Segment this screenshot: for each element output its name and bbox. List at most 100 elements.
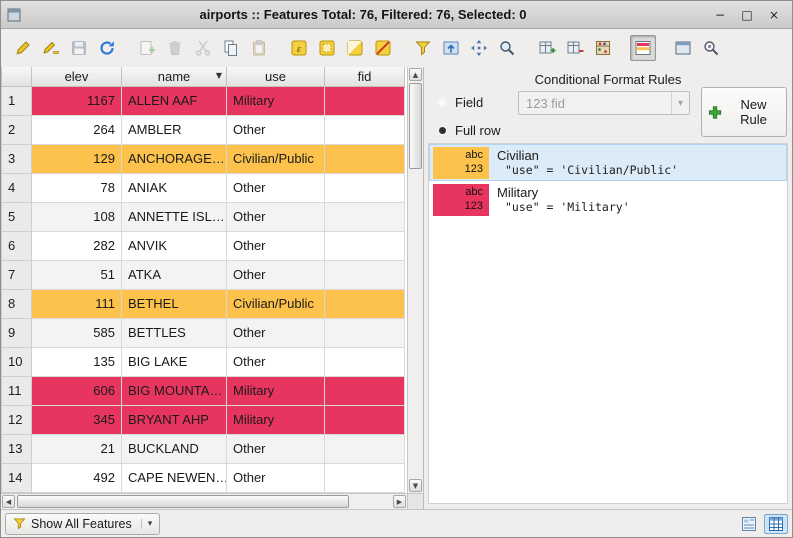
cell-use[interactable]: Military [227, 86, 325, 115]
field-radio[interactable]: Field [436, 95, 483, 110]
cell-elev[interactable]: 129 [32, 144, 122, 173]
maximize-button[interactable]: □ [735, 5, 759, 25]
row-number[interactable]: 1 [2, 86, 32, 115]
cell-elev[interactable]: 585 [32, 318, 122, 347]
cell-use[interactable]: Other [227, 347, 325, 376]
cell-elev[interactable]: 21 [32, 434, 122, 463]
cell-use[interactable]: Civilian/Public [227, 144, 325, 173]
multi-edit-icon[interactable] [38, 35, 64, 61]
cell-elev[interactable]: 108 [32, 202, 122, 231]
select-by-expression-icon[interactable]: ε [286, 35, 312, 61]
cell-use[interactable]: Military [227, 376, 325, 405]
column-header-fid[interactable]: fid [325, 67, 405, 86]
row-number[interactable]: 6 [2, 231, 32, 260]
row-number[interactable]: 2 [2, 115, 32, 144]
table-row[interactable]: 5 108 ANNETTE ISL… Other [2, 202, 405, 231]
column-header-use[interactable]: use [227, 67, 325, 86]
row-number[interactable]: 14 [2, 463, 32, 492]
cell-fid[interactable] [325, 202, 405, 231]
cell-fid[interactable] [325, 231, 405, 260]
deselect-all-icon[interactable] [370, 35, 396, 61]
cell-elev[interactable]: 51 [32, 260, 122, 289]
cell-fid[interactable] [325, 173, 405, 202]
cell-fid[interactable] [325, 405, 405, 434]
dock-table-icon[interactable] [670, 35, 696, 61]
row-number[interactable]: 3 [2, 144, 32, 173]
table-row[interactable]: 1 1167 ALLEN AAF Military [2, 86, 405, 115]
cell-fid[interactable] [325, 376, 405, 405]
table-row[interactable]: 3 129 ANCHORAGE… Civilian/Public [2, 144, 405, 173]
field-radio-circle[interactable] [436, 96, 449, 109]
vertical-scroll-thumb[interactable] [409, 83, 422, 169]
reload-table-icon[interactable] [94, 35, 120, 61]
vertical-scrollbar[interactable]: ▲ ▼ [407, 67, 423, 493]
cell-name[interactable]: BIG MOUNTA… [122, 376, 227, 405]
titlebar[interactable]: airports :: Features Total: 76, Filtered… [1, 1, 792, 29]
table-row[interactable]: 14 492 CAPE NEWEN… Other [2, 463, 405, 492]
row-number[interactable]: 12 [2, 405, 32, 434]
cell-fid[interactable] [325, 260, 405, 289]
cell-name[interactable]: ALLEN AAF [122, 86, 227, 115]
scroll-down-icon[interactable]: ▼ [409, 479, 422, 492]
full-row-radio-circle[interactable] [436, 124, 449, 137]
delete-selected-icon[interactable] [162, 35, 188, 61]
cell-name[interactable]: ATKA [122, 260, 227, 289]
cell-use[interactable]: Other [227, 434, 325, 463]
row-number[interactable]: 13 [2, 434, 32, 463]
table-row[interactable]: 4 78 ANIAK Other [2, 173, 405, 202]
select-all-icon[interactable] [314, 35, 340, 61]
horizontal-scrollbar[interactable]: ◀ ▶ [1, 493, 407, 509]
table-row[interactable]: 10 135 BIG LAKE Other [2, 347, 405, 376]
cell-name[interactable]: BRYANT AHP [122, 405, 227, 434]
horizontal-scroll-thumb[interactable] [17, 495, 349, 508]
row-number[interactable]: 9 [2, 318, 32, 347]
field-combobox[interactable]: 123 fid ▾ [518, 91, 690, 115]
cell-use[interactable]: Civilian/Public [227, 289, 325, 318]
table-row[interactable]: 9 585 BETTLES Other [2, 318, 405, 347]
feature-filter-button[interactable]: Show All Features ▾ [5, 513, 160, 535]
cell-elev[interactable]: 264 [32, 115, 122, 144]
cell-use[interactable]: Other [227, 115, 325, 144]
cell-name[interactable]: BIG LAKE [122, 347, 227, 376]
table-row[interactable]: 2 264 AMBLER Other [2, 115, 405, 144]
add-feature-icon[interactable] [134, 35, 160, 61]
table-view-button[interactable] [764, 514, 788, 534]
cell-use[interactable]: Other [227, 202, 325, 231]
cell-name[interactable]: ANNETTE ISL… [122, 202, 227, 231]
cell-elev[interactable]: 282 [32, 231, 122, 260]
table-row[interactable]: 13 21 BUCKLAND Other [2, 434, 405, 463]
row-number[interactable]: 7 [2, 260, 32, 289]
conditional-formatting-icon[interactable] [630, 35, 656, 61]
cell-elev[interactable]: 78 [32, 173, 122, 202]
cell-use[interactable]: Other [227, 463, 325, 492]
cell-fid[interactable] [325, 289, 405, 318]
cell-fid[interactable] [325, 318, 405, 347]
zoom-to-selection-icon[interactable] [494, 35, 520, 61]
rule-item-military[interactable]: abc 123 Military "use" = 'Military' [429, 181, 787, 218]
pan-to-selection-icon[interactable] [466, 35, 492, 61]
cell-name[interactable]: ANIAK [122, 173, 227, 202]
search-settings-icon[interactable] [698, 35, 724, 61]
cell-name[interactable]: BETTLES [122, 318, 227, 347]
invert-selection-icon[interactable] [342, 35, 368, 61]
row-number[interactable]: 10 [2, 347, 32, 376]
cell-name[interactable]: BETHEL [122, 289, 227, 318]
row-number[interactable]: 11 [2, 376, 32, 405]
cell-fid[interactable] [325, 347, 405, 376]
column-header-elev[interactable]: elev [32, 67, 122, 86]
scroll-right-icon[interactable]: ▶ [393, 495, 406, 508]
cell-fid[interactable] [325, 86, 405, 115]
form-view-button[interactable] [737, 514, 761, 534]
cell-name[interactable]: ANVIK [122, 231, 227, 260]
save-edits-icon[interactable] [66, 35, 92, 61]
cell-fid[interactable] [325, 144, 405, 173]
full-row-radio[interactable]: Full row [436, 123, 501, 138]
cell-name[interactable]: AMBLER [122, 115, 227, 144]
cell-elev[interactable]: 606 [32, 376, 122, 405]
cell-name[interactable]: CAPE NEWEN… [122, 463, 227, 492]
new-field-icon[interactable] [534, 35, 560, 61]
delete-field-icon[interactable] [562, 35, 588, 61]
cell-elev[interactable]: 135 [32, 347, 122, 376]
field-calculator-icon[interactable] [590, 35, 616, 61]
toggle-editing-icon[interactable] [10, 35, 36, 61]
